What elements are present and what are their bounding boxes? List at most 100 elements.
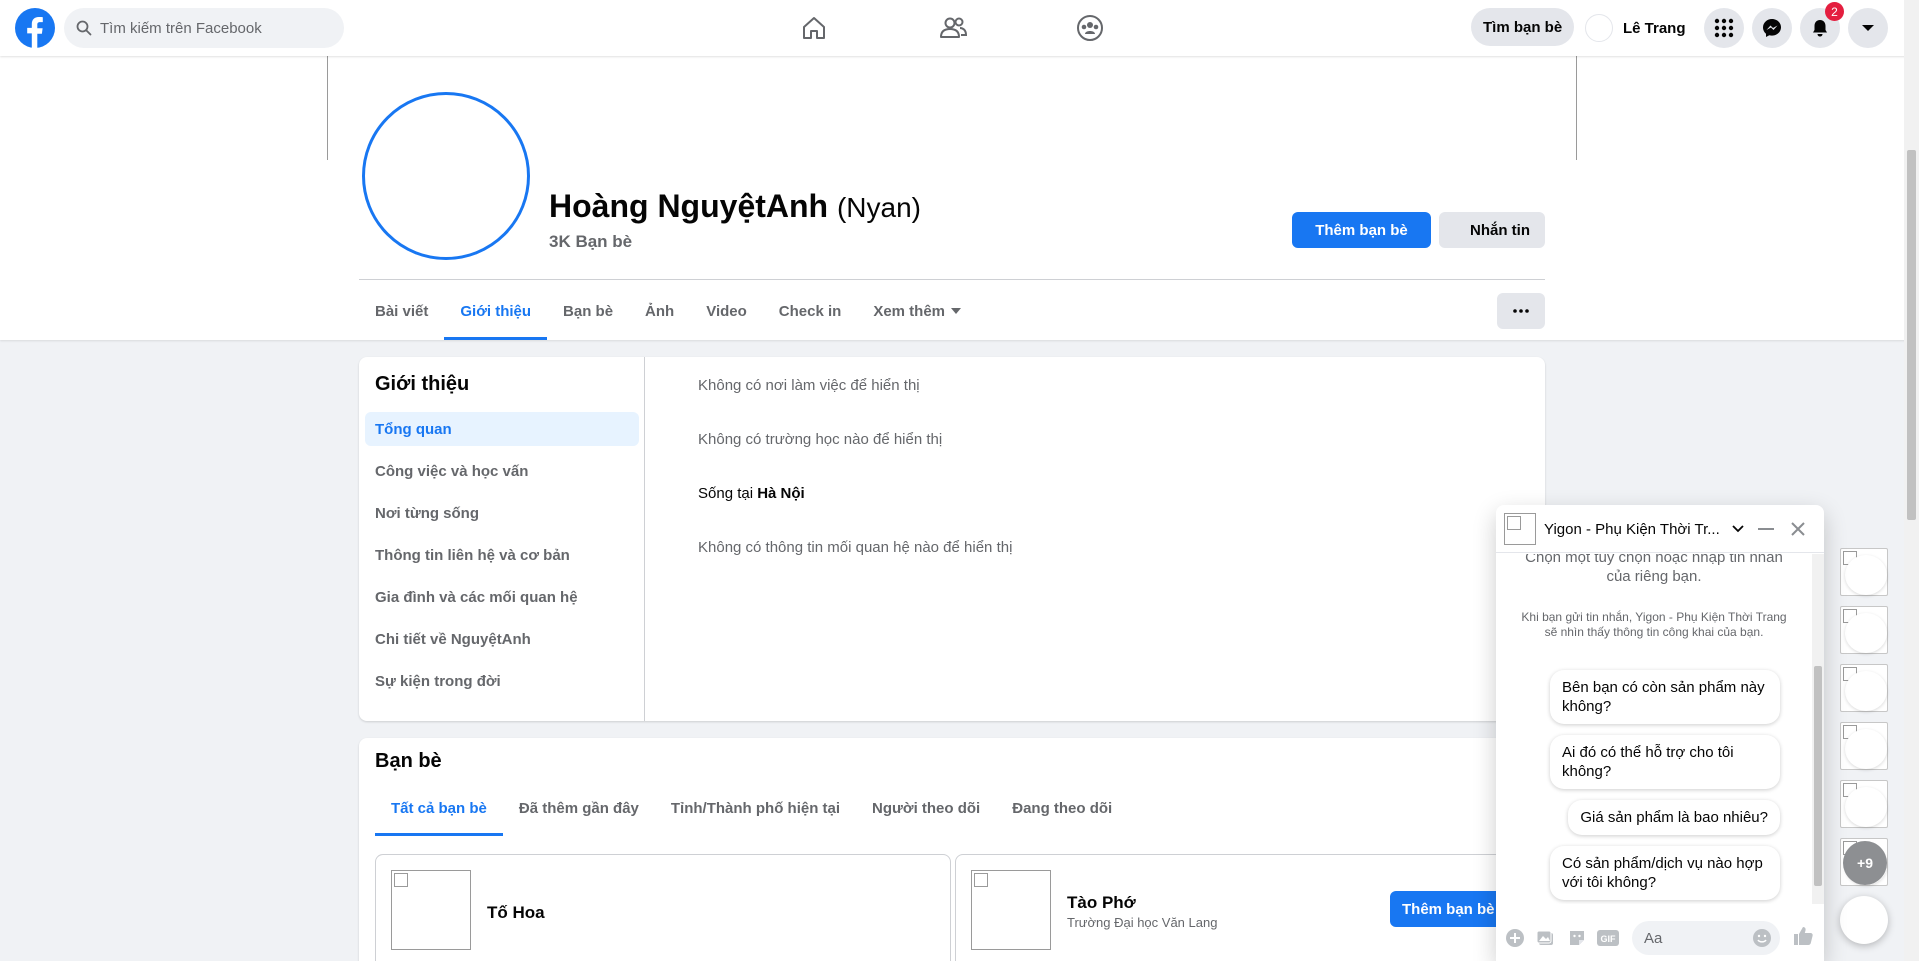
chat-head-avatar[interactable] bbox=[1840, 780, 1888, 828]
about-school: Không có trường học nào để hiển thị bbox=[698, 431, 943, 448]
emoji-icon[interactable] bbox=[1752, 928, 1772, 948]
caret-down-icon bbox=[1861, 23, 1875, 33]
find-friends-button[interactable]: Tìm bạn bè bbox=[1471, 8, 1575, 46]
tab-videos[interactable]: Video bbox=[690, 282, 763, 340]
gif-icon[interactable]: GIF bbox=[1597, 927, 1619, 949]
home-icon[interactable] bbox=[798, 12, 830, 44]
profile-name: Hoàng NguyệtAnh (Nyan) bbox=[549, 188, 921, 225]
chat-title[interactable]: Yigon - Phụ Kiện Thời Tr... bbox=[1544, 521, 1720, 538]
message-input-wrap[interactable] bbox=[1632, 921, 1780, 955]
friend-name[interactable]: Tào Phớ bbox=[1067, 893, 1136, 913]
chevron-down-icon[interactable] bbox=[1726, 517, 1750, 541]
about-nav-life-events[interactable]: Sự kiện trong đời bbox=[365, 664, 639, 698]
list-item: Tào Phớ Trường Đại học Văn Lang Thêm bạn… bbox=[955, 854, 1531, 961]
new-message-button[interactable] bbox=[1840, 896, 1888, 944]
quick-reply-chip[interactable]: Có sản phẩm/dịch vụ nào hợp với tôi khôn… bbox=[1550, 846, 1780, 900]
tab-followers[interactable]: Người theo dõi bbox=[856, 780, 996, 836]
profile-avatar[interactable] bbox=[362, 92, 530, 260]
list-item: Tố Hoa bbox=[375, 854, 951, 961]
message-input[interactable] bbox=[1644, 929, 1744, 947]
bell-icon bbox=[1810, 18, 1830, 38]
notifications-button[interactable]: 2 bbox=[1800, 2, 1844, 48]
about-lives-in: Sống tại Hà Nội bbox=[698, 485, 805, 502]
friend-photo[interactable] bbox=[971, 870, 1051, 950]
search-bar[interactable] bbox=[64, 8, 344, 48]
notification-badge: 2 bbox=[1825, 2, 1844, 21]
user-profile-chip[interactable]: Lê Trang bbox=[1585, 12, 1686, 44]
chat-head-avatar[interactable] bbox=[1840, 606, 1888, 654]
chat-header[interactable]: Yigon - Phụ Kiện Thời Tr... bbox=[1496, 505, 1824, 553]
about-nav-work-education[interactable]: Công việc và học vấn bbox=[365, 454, 639, 488]
tab-photos[interactable]: Ảnh bbox=[629, 282, 690, 340]
add-friend-button[interactable]: Thêm bạn bè bbox=[1292, 212, 1431, 248]
user-name: Lê Trang bbox=[1623, 19, 1686, 37]
message-label: Nhắn tin bbox=[1470, 221, 1530, 239]
search-icon bbox=[76, 20, 92, 36]
tab-about[interactable]: Giới thiệu bbox=[444, 282, 547, 340]
menu-grid-icon[interactable] bbox=[1704, 8, 1744, 48]
messenger-icon[interactable] bbox=[1752, 8, 1792, 48]
about-relationship: Không có thông tin mối quan hệ nào để hi… bbox=[698, 539, 1013, 556]
tab-posts[interactable]: Bài viết bbox=[359, 282, 444, 340]
about-nav-contact-basic[interactable]: Thông tin liên hệ và cơ bản bbox=[365, 538, 639, 572]
about-nav-family-relationships[interactable]: Gia đình và các mối quan hệ bbox=[365, 580, 639, 614]
more-dots-icon bbox=[1513, 309, 1529, 313]
tab-recently-added[interactable]: Đã thêm gần đây bbox=[503, 780, 655, 836]
account-menu-button[interactable] bbox=[1848, 8, 1888, 48]
profile-alt-name: (Nyan) bbox=[836, 192, 921, 223]
about-nav-places-lived[interactable]: Nơi từng sống bbox=[365, 496, 639, 530]
about-lives-city[interactable]: Hà Nội bbox=[757, 485, 805, 502]
search-input[interactable] bbox=[100, 19, 320, 37]
minimize-icon[interactable] bbox=[1754, 517, 1778, 541]
plus-circle-icon[interactable] bbox=[1504, 927, 1526, 949]
message-button[interactable]: Nhắn tin bbox=[1439, 212, 1545, 248]
like-icon[interactable] bbox=[1792, 925, 1814, 947]
about-sidebar: Giới thiệu Tổng quan Công việc và học vấ… bbox=[359, 357, 645, 721]
cover-photo-edge bbox=[1576, 56, 1577, 160]
quick-reply-chip[interactable]: Giá sản phẩm là bao nhiêu? bbox=[1568, 800, 1780, 835]
add-friend-label: Thêm bạn bè bbox=[1315, 221, 1408, 239]
about-card: Giới thiệu Tổng quan Công việc và học vấ… bbox=[359, 357, 1545, 721]
tab-following[interactable]: Đang theo dõi bbox=[996, 780, 1128, 836]
more-options-button[interactable] bbox=[1497, 293, 1545, 329]
chat-window: Yigon - Phụ Kiện Thời Tr... Chọn một tùy… bbox=[1496, 505, 1824, 961]
about-title: Giới thiệu bbox=[375, 373, 470, 395]
top-navigation: Tìm bạn bè Lê Trang 2 bbox=[0, 0, 1919, 56]
tab-all-friends[interactable]: Tất cả bạn bè bbox=[375, 780, 503, 836]
about-nav-overview[interactable]: Tổng quan bbox=[365, 412, 639, 446]
friends-icon[interactable] bbox=[937, 12, 969, 44]
tab-more-label: Xem thêm bbox=[873, 302, 946, 320]
chat-scrollbar[interactable] bbox=[1812, 554, 1824, 904]
friend-name[interactable]: Tố Hoa bbox=[487, 903, 545, 923]
quick-reply-chip[interactable]: Ai đó có thể hỗ trợ cho tôi không? bbox=[1550, 735, 1780, 789]
tab-current-city[interactable]: Tỉnh/Thành phố hiện tại bbox=[655, 780, 856, 836]
friend-photo[interactable] bbox=[391, 870, 471, 950]
about-work: Không có nơi làm việc để hiển thị bbox=[698, 377, 920, 394]
about-lives-prefix: Sống tại bbox=[698, 485, 758, 502]
tab-more[interactable]: Xem thêm bbox=[857, 282, 977, 340]
profile-name-text: Hoàng NguyệtAnh bbox=[549, 188, 829, 224]
chat-head-avatar[interactable] bbox=[1840, 548, 1888, 596]
about-nav-details[interactable]: Chi tiết về NguyệtAnh bbox=[365, 622, 639, 656]
friends-tabs: Tất cả bạn bè Đã thêm gần đây Tỉnh/Thành… bbox=[375, 780, 1128, 836]
avatar bbox=[1504, 513, 1536, 545]
sticker-icon[interactable] bbox=[1566, 927, 1588, 949]
friend-count-link[interactable]: 3K Bạn bè bbox=[549, 232, 632, 252]
add-friend-label: Thêm bạn bè bbox=[1402, 900, 1495, 918]
about-nav: Tổng quan Công việc và học vấn Nơi từng … bbox=[365, 412, 639, 706]
chat-body: Chọn một tùy chọn hoặc nhập tin nhắn của… bbox=[1496, 554, 1812, 904]
groups-icon[interactable] bbox=[1074, 12, 1106, 44]
photo-icon[interactable] bbox=[1535, 927, 1557, 949]
quick-reply-chip[interactable]: Bên bạn có còn sản phẩm này không? bbox=[1550, 670, 1780, 724]
tab-friends[interactable]: Bạn bè bbox=[547, 282, 629, 340]
facebook-logo-icon[interactable] bbox=[15, 8, 55, 48]
tab-checkins[interactable]: Check in bbox=[763, 282, 858, 340]
chat-privacy-note: Khi bạn gửi tin nhắn, Yigon - Phụ Kiện T… bbox=[1521, 610, 1787, 639]
chat-head-avatar[interactable] bbox=[1840, 722, 1888, 770]
close-icon[interactable] bbox=[1786, 517, 1810, 541]
chat-intro: Chọn một tùy chọn hoặc nhập tin nhắn của… bbox=[1525, 554, 1783, 585]
chat-head-avatar[interactable] bbox=[1840, 664, 1888, 712]
page-scrollbar[interactable] bbox=[1904, 0, 1919, 961]
more-chats-badge[interactable]: +9 bbox=[1843, 841, 1887, 885]
avatar bbox=[1585, 14, 1613, 42]
